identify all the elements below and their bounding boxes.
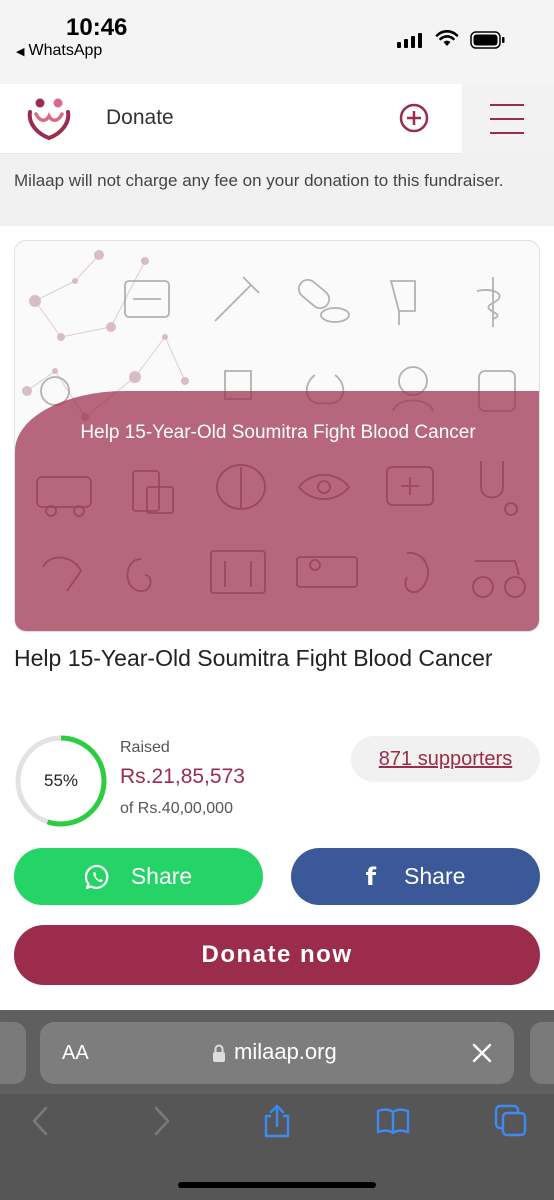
goal-amount: of Rs.40,00,000 bbox=[120, 800, 233, 817]
back-to-app-link[interactable]: ◀ WhatsApp bbox=[16, 42, 102, 60]
tabs-icon[interactable] bbox=[494, 1104, 528, 1138]
hero-overlay-title: Help 15-Year-Old Soumitra Fight Blood Ca… bbox=[80, 422, 476, 443]
whatsapp-icon bbox=[84, 864, 109, 889]
back-triangle-icon: ◀ bbox=[16, 46, 25, 58]
battery-icon bbox=[470, 31, 505, 49]
bookmarks-icon[interactable] bbox=[376, 1104, 410, 1138]
address-bar[interactable]: AA milaap.org bbox=[40, 1022, 514, 1084]
browser-nav-bar bbox=[0, 1094, 554, 1200]
home-indicator[interactable] bbox=[178, 1182, 376, 1188]
status-time: 10:46 bbox=[66, 14, 128, 41]
share-icon[interactable] bbox=[260, 1104, 294, 1138]
back-app-label: WhatsApp bbox=[28, 42, 103, 59]
address-bar-area: AA milaap.org bbox=[0, 1010, 554, 1094]
facebook-icon: f bbox=[365, 862, 377, 891]
supporters-link[interactable]: 871 supporters bbox=[351, 736, 540, 782]
facebook-share-label: Share bbox=[404, 863, 466, 889]
milaap-logo-icon[interactable] bbox=[24, 94, 74, 142]
forward-chevron-icon[interactable] bbox=[144, 1104, 178, 1138]
hamburger-menu-button[interactable] bbox=[462, 84, 554, 154]
wifi-icon bbox=[435, 30, 459, 46]
url-text: milaap.org bbox=[234, 1039, 337, 1064]
previous-tab-preview[interactable] bbox=[0, 1022, 26, 1084]
site-header: Donate bbox=[0, 84, 554, 154]
raised-label: Raised bbox=[120, 739, 170, 756]
no-fee-notice: Milaap will not charge any fee on your d… bbox=[0, 154, 554, 226]
whatsapp-share-label: Share bbox=[130, 863, 193, 889]
facebook-share-button[interactable]: f Share bbox=[291, 848, 540, 905]
back-chevron-icon[interactable] bbox=[24, 1104, 58, 1138]
progress-percent: 55% bbox=[43, 771, 79, 790]
donate-now-button[interactable]: Donate now bbox=[14, 925, 540, 985]
status-bar: 10:46 ◀ WhatsApp bbox=[0, 0, 554, 84]
start-fundraiser-plus-icon[interactable] bbox=[398, 102, 430, 134]
lock-icon bbox=[213, 1044, 225, 1062]
whatsapp-share-button[interactable]: Share bbox=[14, 848, 263, 905]
raised-amount: Rs.21,85,573 bbox=[120, 765, 245, 788]
campaign-hero-image[interactable]: Help 15-Year-Old Soumitra Fight Blood Ca… bbox=[14, 240, 540, 632]
close-icon[interactable] bbox=[470, 1041, 494, 1065]
reader-settings-button[interactable]: AA bbox=[62, 1042, 89, 1065]
cellular-signal-icon bbox=[397, 32, 422, 48]
header-title: Donate bbox=[106, 106, 174, 129]
next-tab-preview[interactable] bbox=[530, 1022, 554, 1084]
campaign-title: Help 15-Year-Old Soumitra Fight Blood Ca… bbox=[14, 645, 493, 671]
browser-toolbar: AA milaap.org bbox=[0, 1010, 554, 1200]
